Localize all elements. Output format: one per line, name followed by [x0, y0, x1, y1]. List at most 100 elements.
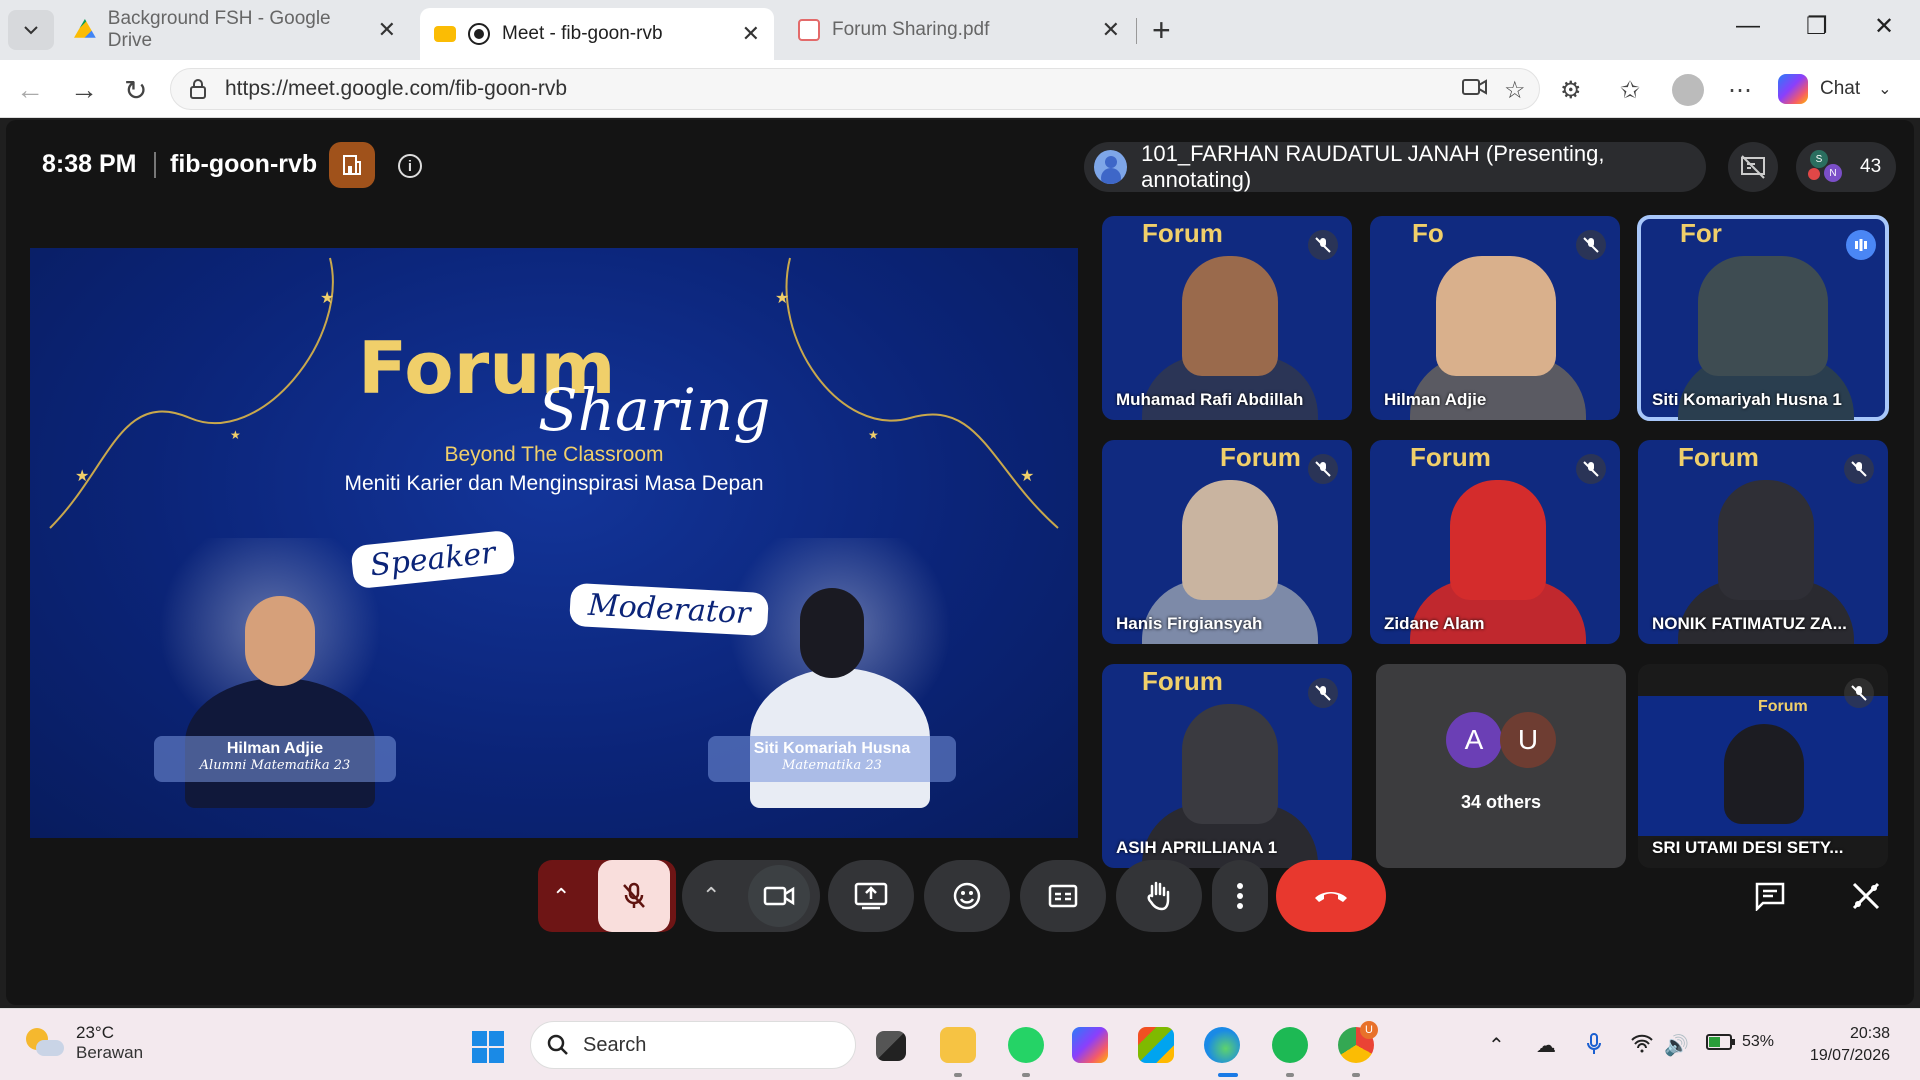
avatar: N — [1824, 164, 1842, 182]
favorites-icon[interactable]: ✩ — [1620, 76, 1640, 105]
edge-browser-icon[interactable] — [1204, 1027, 1240, 1063]
meeting-time: 8:38 PM — [42, 150, 137, 178]
speaker-photo-face — [245, 596, 315, 686]
microphone-in-use-icon[interactable] — [1586, 1033, 1602, 1061]
tab-google-meet[interactable]: Meet - fib-goon-rvb ✕ — [420, 8, 774, 60]
virtual-background-title: Forum — [1142, 218, 1223, 248]
camera-toggle-button[interactable] — [748, 865, 810, 927]
participant-tile[interactable]: Forum NONIK FATIMATUZ ZA... — [1638, 440, 1888, 644]
others-tile[interactable]: A U 34 others — [1376, 664, 1626, 868]
star-icon: ★ — [868, 428, 879, 442]
video-options-chevron-icon[interactable]: ⌃ — [702, 883, 720, 909]
slide-title-sharing: Sharing — [538, 376, 771, 444]
star-icon: ★ — [230, 428, 241, 442]
show-hidden-icons-chevron[interactable]: ⌃ — [1488, 1033, 1505, 1058]
whatsapp-icon[interactable] — [1008, 1027, 1044, 1063]
participant-name: Zidane Alam — [1384, 614, 1485, 633]
present-screen-button[interactable] — [828, 860, 914, 932]
more-options-button[interactable] — [1212, 860, 1268, 932]
forward-button[interactable]: → — [70, 74, 98, 106]
minimize-window-button[interactable]: — — [1736, 12, 1760, 40]
volume-icon[interactable]: 🔊 — [1664, 1033, 1689, 1058]
app-indicator — [1352, 1073, 1360, 1077]
copilot-chat-button[interactable]: Chat ⌄ — [1778, 74, 1892, 104]
onedrive-cloud-icon[interactable]: ☁ — [1536, 1033, 1556, 1058]
captions-button[interactable] — [1020, 860, 1106, 932]
meeting-info-icon[interactable]: i — [398, 154, 422, 178]
star-icon: ★ — [775, 290, 790, 307]
file-explorer-icon[interactable] — [940, 1027, 976, 1063]
activities-button[interactable] — [1842, 872, 1890, 920]
copilot-icon — [1778, 74, 1808, 104]
others-count-label: 34 others — [1460, 792, 1542, 812]
reload-button[interactable]: ↻ — [124, 74, 147, 107]
speaking-indicator-icon — [1846, 230, 1876, 260]
raise-hand-button[interactable] — [1116, 860, 1202, 932]
audio-options-chevron-icon[interactable]: ⌃ — [552, 884, 570, 910]
host-controls-button[interactable] — [329, 142, 375, 188]
participant-tile[interactable]: Forum ASIH APRILLIANA 1 — [1102, 664, 1352, 868]
slide-subtitle: Beyond The Classroom — [444, 443, 664, 466]
restore-window-button[interactable]: ❐ — [1806, 12, 1828, 41]
participant-video — [1718, 480, 1814, 600]
participant-video — [1450, 480, 1546, 600]
participant-name: ASIH APRILLIANA 1 — [1116, 838, 1278, 857]
wifi-icon[interactable] — [1630, 1033, 1654, 1059]
tab-actions-menu-button[interactable] — [8, 10, 54, 50]
participant-tile[interactable]: Forum Zidane Alam — [1370, 440, 1620, 644]
tab-google-drive[interactable]: Background FSH - Google Drive ✕ — [60, 8, 410, 52]
hide-presentation-button[interactable] — [1728, 142, 1778, 192]
battery-indicator[interactable]: 53% — [1706, 1033, 1774, 1051]
avatar: S — [1810, 150, 1828, 168]
search-placeholder: Search — [583, 1033, 647, 1056]
site-info-icon[interactable] — [187, 78, 209, 100]
tab-title: Background FSH - Google Drive — [107, 8, 331, 51]
participants-button[interactable]: S N 43 — [1796, 142, 1896, 192]
copilot-icon[interactable] — [1072, 1027, 1108, 1063]
captions-icon — [1048, 884, 1078, 908]
close-tab-icon[interactable]: ✕ — [378, 17, 396, 43]
windows-start-button[interactable] — [472, 1031, 504, 1063]
leave-call-button[interactable] — [1276, 860, 1386, 932]
participant-tile[interactable]: Forum Muhamad Rafi Abdillah — [1102, 216, 1352, 420]
tab-forum-sharing-pdf[interactable]: Forum Sharing.pdf ✕ — [784, 8, 1134, 52]
more-options-icon[interactable]: ⋯ — [1728, 76, 1752, 105]
system-clock[interactable]: 20:38 19/07/2026 — [1790, 1023, 1890, 1067]
favorite-star-icon[interactable]: ☆ — [1504, 76, 1526, 105]
participant-tile[interactable]: Fo Hilman Adjie — [1370, 216, 1620, 420]
new-tab-button[interactable]: + — [1152, 12, 1171, 49]
task-view-icon[interactable] — [876, 1031, 906, 1061]
participant-tile[interactable]: Forum SRI UTAMI DESI SETY... — [1638, 664, 1888, 868]
close-window-button[interactable]: ✕ — [1874, 12, 1894, 41]
chat-button[interactable] — [1746, 872, 1794, 920]
microphone-toggle-button[interactable] — [598, 860, 670, 932]
presenter-chip[interactable]: 101_FARHAN RAUDATUL JANAH (Presenting, a… — [1084, 141, 1706, 192]
url-field[interactable]: https://meet.google.com/fib-goon-rvb — [170, 68, 1540, 110]
more-vert-icon — [1237, 883, 1243, 909]
extensions-icon[interactable]: ⚙ — [1560, 76, 1582, 105]
close-tab-icon[interactable]: ✕ — [742, 21, 760, 47]
weather-widget[interactable]: 23°C Berawan — [26, 1023, 143, 1063]
meet-window: 8:38 PM fib-goon-rvb i 101_FARHAN RAUDAT… — [6, 120, 1914, 1005]
muted-mic-icon — [1308, 454, 1338, 484]
search-icon — [547, 1034, 568, 1055]
participant-name: Muhamad Rafi Abdillah — [1116, 390, 1304, 409]
taskbar-search[interactable]: Search — [530, 1021, 856, 1069]
moderator-description: Matematika 23 — [782, 758, 882, 773]
profile-avatar[interactable] — [1672, 74, 1704, 106]
microsoft-store-icon[interactable] — [1138, 1027, 1174, 1063]
present-screen-icon — [854, 882, 888, 910]
participant-tile[interactable]: Forum Hanis Firgiansyah — [1102, 440, 1352, 644]
participant-tile-active-speaker[interactable]: For Siti Komariyah Husna 1 — [1637, 215, 1889, 421]
close-tab-icon[interactable]: ✕ — [1102, 17, 1120, 43]
windows-taskbar: 23°C Berawan Search U ⌃ ☁ 🔊 53% 20:38 19… — [0, 1008, 1920, 1080]
avatar: A — [1446, 712, 1502, 768]
battery-charging-icon — [1706, 1034, 1735, 1050]
virtual-background-title: Forum — [1678, 442, 1759, 472]
temperature: 23°C — [76, 1023, 114, 1042]
reactions-button[interactable] — [924, 860, 1010, 932]
back-button[interactable]: ← — [16, 74, 44, 106]
camera-icon — [763, 886, 795, 906]
camera-in-use-icon[interactable] — [1462, 76, 1488, 104]
spotify-icon[interactable] — [1272, 1027, 1308, 1063]
